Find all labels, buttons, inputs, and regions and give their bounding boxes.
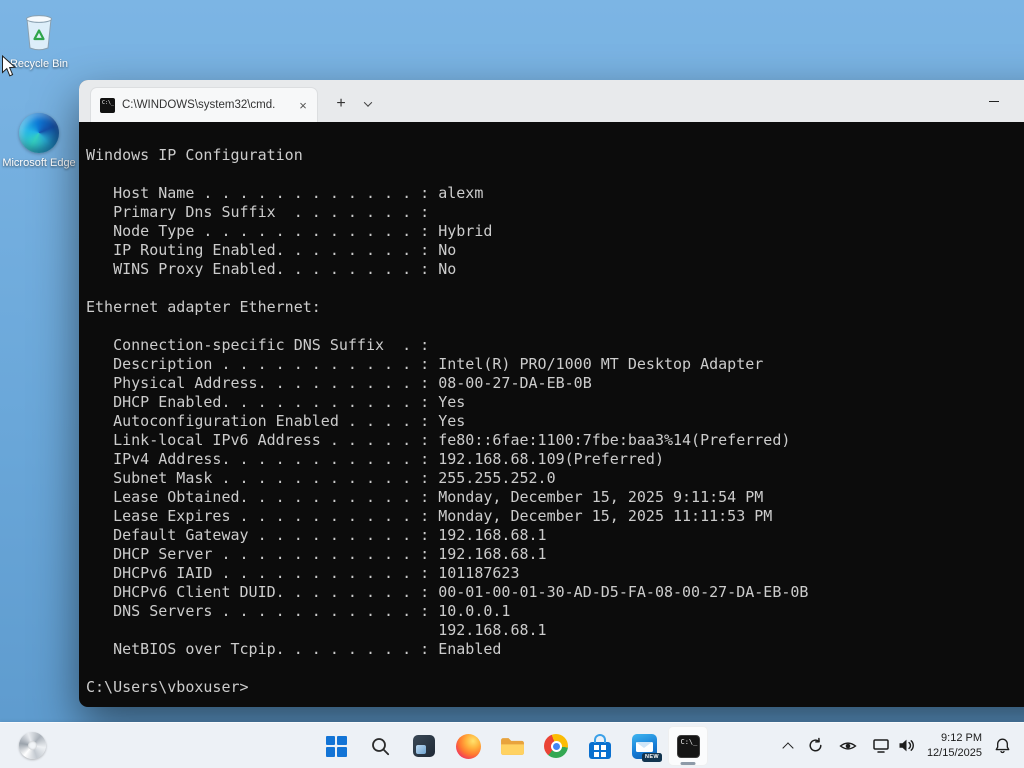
terminal-line: Host Name . . . . . . . . . . . . : alex…: [86, 184, 484, 202]
eye-icon: [839, 741, 857, 750]
terminal-line: Subnet Mask . . . . . . . . . . . : 255.…: [86, 469, 556, 487]
terminal-line: DHCP Server . . . . . . . . . . . : 192.…: [86, 545, 547, 563]
terminal-line: 192.168.68.1: [86, 621, 547, 639]
terminal-line: Lease Obtained. . . . . . . . . . : Mond…: [86, 488, 764, 506]
microsoft-store-icon: [588, 733, 612, 759]
outlook-new-badge: NEW: [642, 752, 662, 762]
volume-icon: [899, 739, 914, 752]
terminal-line: Description . . . . . . . . . . . : Inte…: [86, 355, 764, 373]
tray-eye-button[interactable]: [836, 730, 860, 762]
running-app-indicator: [680, 762, 696, 765]
desktop[interactable]: Recycle Bin Microsoft Edge C:\_ C:\WINDO…: [0, 0, 1024, 768]
terminal-line: WINS Proxy Enabled. . . . . . . . : No: [86, 260, 457, 278]
terminal-output[interactable]: Windows IP Configuration Host Name . . .…: [79, 122, 1024, 707]
terminal-line: Connection-specific DNS Suffix . :: [86, 336, 430, 354]
sync-icon: [809, 737, 822, 752]
desktop-icon-label: Microsoft Edge: [2, 157, 76, 169]
tab-close-icon[interactable]: ×: [293, 95, 313, 115]
terminal-line: DHCPv6 Client DUID. . . . . . . . : 00-0…: [86, 583, 809, 601]
terminal-line: NetBIOS over Tcpip. . . . . . . . : Enab…: [86, 640, 502, 658]
terminal-taskbar-button[interactable]: C:\_: [668, 726, 708, 766]
outlook-button[interactable]: NEW: [624, 726, 664, 766]
file-explorer-button[interactable]: [492, 726, 532, 766]
terminal-window: C:\_ C:\WINDOWS\system32\cmd. × + × Wind…: [79, 80, 1024, 707]
terminal-line: DHCPv6 IAID . . . . . . . . . . . : 1011…: [86, 564, 520, 582]
clock-time: 9:12 PM: [941, 731, 982, 744]
terminal-line: Default Gateway . . . . . . . . . : 192.…: [86, 526, 547, 544]
copilot-button[interactable]: [15, 726, 49, 766]
terminal-line: Lease Expires . . . . . . . . . . : Mond…: [86, 507, 773, 525]
chrome-button[interactable]: [536, 726, 576, 766]
task-view-icon: [413, 735, 435, 757]
notification-center-button[interactable]: [991, 730, 1014, 762]
terminal-prompt-line: C:\Users\vboxuser>: [86, 678, 249, 696]
terminal-line: DNS Servers . . . . . . . . . . . : 10.0…: [86, 602, 511, 620]
firefox-icon: [455, 733, 481, 759]
microsoft-store-button[interactable]: [580, 726, 620, 766]
desktop-icon-edge[interactable]: Microsoft Edge: [1, 113, 77, 171]
terminal-line: Node Type . . . . . . . . . . . . : Hybr…: [86, 222, 493, 240]
minimize-icon: [989, 100, 999, 102]
terminal-line: Windows IP Configuration: [86, 146, 303, 164]
terminal-line: Link-local IPv6 Address . . . . . : fe80…: [86, 431, 791, 449]
terminal-titlebar[interactable]: C:\_ C:\WINDOWS\system32\cmd. × + ×: [79, 80, 1024, 122]
cmd-icon: C:\_: [100, 97, 115, 113]
search-icon: [371, 737, 389, 755]
terminal-line: Physical Address. . . . . . . . . : 08-0…: [86, 374, 592, 392]
firefox-button[interactable]: [448, 726, 488, 766]
terminal-line: IPv4 Address. . . . . . . . . . . : 192.…: [86, 450, 664, 468]
task-view-button[interactable]: [404, 726, 444, 766]
taskbar: NEW C:\_ 9:12 PM 12/15/2025: [0, 722, 1024, 768]
chrome-icon: [544, 734, 568, 758]
chevron-down-icon: [363, 98, 373, 107]
terminal-line: Ethernet adapter Ethernet:: [86, 298, 321, 316]
taskbar-center: NEW C:\_: [316, 726, 708, 766]
terminal-line: DHCP Enabled. . . . . . . . . . . : Yes: [86, 393, 466, 411]
window-caption-buttons: ×: [971, 80, 1024, 122]
terminal-line: IP Routing Enabled. . . . . . . . : No: [86, 241, 457, 259]
edge-icon: [19, 113, 59, 153]
maximize-button[interactable]: [1017, 80, 1024, 122]
tray-sync-button[interactable]: [804, 730, 827, 762]
desktop-icon-label: Recycle Bin: [9, 58, 69, 70]
clock-date: 12/15/2025: [926, 746, 982, 759]
quick-settings-button[interactable]: [869, 730, 918, 762]
hidden-icons-button[interactable]: [781, 730, 795, 762]
terminal-line: Autoconfiguration Enabled . . . . : Yes: [86, 412, 466, 430]
start-button[interactable]: [316, 726, 356, 766]
mouse-cursor: [2, 55, 17, 77]
clock-button[interactable]: 9:12 PM 12/15/2025: [927, 731, 982, 761]
windows-logo-icon: [325, 735, 347, 757]
taskbar-left: [15, 723, 49, 768]
minimize-button[interactable]: [971, 80, 1017, 122]
chevron-up-icon: [782, 741, 794, 754]
outlook-icon: NEW: [631, 733, 662, 762]
file-explorer-icon: [500, 737, 524, 755]
copilot-icon: [18, 732, 46, 759]
terminal-line: Primary Dns Suffix . . . . . . . :: [86, 203, 430, 221]
bell-icon: [995, 738, 1010, 753]
terminal-tab[interactable]: C:\_ C:\WINDOWS\system32\cmd. ×: [90, 87, 318, 122]
tab-dropdown-button[interactable]: [356, 91, 380, 117]
cmd-icon: C:\_: [676, 734, 700, 758]
new-tab-button[interactable]: +: [328, 91, 354, 117]
tab-title: C:\WINDOWS\system32\cmd.: [122, 99, 276, 111]
search-button[interactable]: [360, 726, 400, 766]
taskbar-tray: 9:12 PM 12/15/2025: [781, 723, 1014, 768]
recycle-bin-icon: [26, 15, 52, 51]
network-icon: [873, 739, 889, 753]
